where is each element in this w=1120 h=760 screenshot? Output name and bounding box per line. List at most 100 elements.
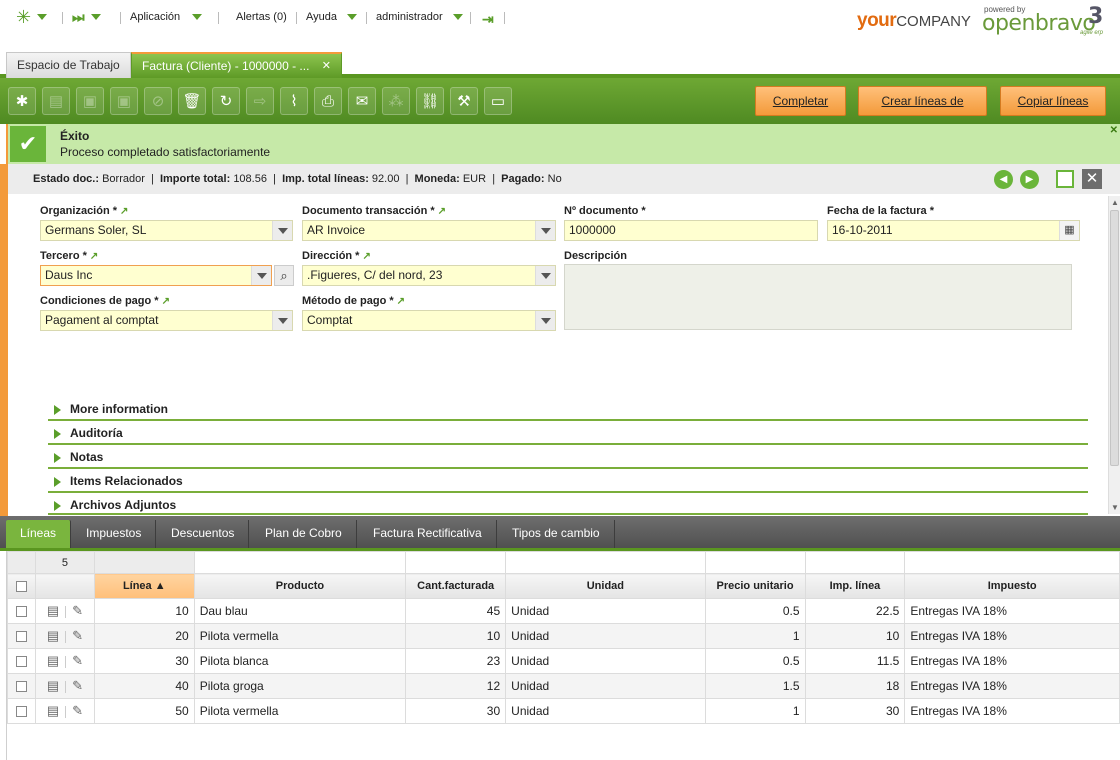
chevron-down-icon[interactable]: [535, 221, 555, 240]
chevron-down-icon[interactable]: [251, 266, 271, 285]
filter-amount[interactable]: [804, 551, 906, 574]
cell-price[interactable]: 1: [704, 698, 806, 724]
edit-icon[interactable]: ✎: [72, 628, 83, 643]
new-icon[interactable]: ✱: [8, 87, 36, 115]
doc-no-field[interactable]: 1000000: [564, 220, 818, 241]
cell-unit[interactable]: Unidad: [505, 673, 706, 699]
column-header-price[interactable]: Precio unitario: [704, 573, 806, 599]
cell-line[interactable]: 30: [93, 648, 195, 674]
cell-price[interactable]: 0.5: [704, 598, 806, 624]
row-checkbox[interactable]: [7, 673, 36, 699]
column-header-product[interactable]: Producto: [193, 573, 407, 599]
alerts-link[interactable]: Alertas (0): [236, 11, 287, 23]
chevron-down-icon[interactable]: [535, 311, 555, 330]
payment-method-field[interactable]: Comptat: [302, 310, 556, 331]
partner-field[interactable]: Daus Inc: [40, 265, 272, 286]
audit-icon[interactable]: ⁂: [382, 87, 410, 115]
invoice-date-field[interactable]: 16-10-2011 ▦: [827, 220, 1080, 241]
cell-amount[interactable]: 11.5: [804, 648, 906, 674]
close-icon[interactable]: ✕: [1110, 125, 1118, 136]
table-row[interactable]: ▤ ✎ 10 Dau blau 45 Unidad 0.5 22.5 Entregas IVA …: [7, 598, 1120, 624]
help-menu[interactable]: Ayuda: [306, 11, 357, 23]
table-row[interactable]: ▤ ✎ 20 Pilota vermella 10 Unidad 1 10 Entregas I…: [7, 623, 1120, 649]
cell-unit[interactable]: Unidad: [505, 598, 706, 624]
edit-icon[interactable]: ✎: [72, 653, 83, 668]
section-items-relacionados[interactable]: Items Relacionados: [48, 469, 1088, 493]
chevron-down-icon[interactable]: [272, 221, 292, 240]
row-checkbox[interactable]: [7, 698, 36, 724]
row-checkbox[interactable]: [7, 648, 36, 674]
logout-button[interactable]: ⇥: [482, 11, 494, 28]
description-field[interactable]: [564, 264, 1072, 330]
cell-tax[interactable]: Entregas IVA 18%: [904, 598, 1120, 624]
tab-workspace[interactable]: Espacio de Trabajo: [6, 52, 131, 78]
table-row[interactable]: ▤ ✎ 50 Pilota vermella 30 Unidad 1 30 Entregas I…: [7, 698, 1120, 724]
maximize-icon[interactable]: [1056, 170, 1074, 188]
copy-lines-button[interactable]: Copiar líneas: [1000, 86, 1106, 116]
table-row[interactable]: ▤ ✎ 40 Pilota groga 12 Unidad 1.5 18 Entregas IV…: [7, 673, 1120, 699]
column-header-unit[interactable]: Unidad: [505, 573, 706, 599]
cell-tax[interactable]: Entregas IVA 18%: [904, 648, 1120, 674]
filter-product[interactable]: [193, 551, 407, 574]
cell-line[interactable]: 40: [93, 673, 195, 699]
cell-line[interactable]: 10: [93, 598, 195, 624]
organization-field[interactable]: Germans Soler, SL: [40, 220, 293, 241]
cell-price[interactable]: 1: [704, 623, 806, 649]
cell-price[interactable]: 1.5: [704, 673, 806, 699]
delete-icon[interactable]: 🗑: [178, 87, 206, 115]
export-icon[interactable]: ⇨: [246, 87, 274, 115]
application-menu[interactable]: Aplicación: [130, 11, 203, 23]
create-lines-button[interactable]: Crear líneas de: [858, 86, 987, 116]
tab-tipos-de-cambio[interactable]: Tipos de cambio: [498, 520, 615, 548]
save-icon[interactable]: ▣: [76, 87, 104, 115]
select-all-checkbox[interactable]: [7, 573, 36, 599]
cell-product[interactable]: Pilota blanca: [193, 648, 407, 674]
doc-type-field[interactable]: AR Invoice: [302, 220, 556, 241]
quick-launch-button[interactable]: ✳: [16, 8, 48, 26]
user-menu[interactable]: administrador: [376, 11, 463, 23]
column-header-tax[interactable]: Impuesto: [904, 573, 1120, 599]
document-icon[interactable]: ▤: [47, 653, 59, 668]
filter-tax[interactable]: [904, 551, 1120, 574]
tab-lineas[interactable]: Líneas: [6, 520, 72, 548]
table-row[interactable]: ▤ ✎ 30 Pilota blanca 23 Unidad 0.5 11.5 Entregas…: [7, 648, 1120, 674]
cell-tax[interactable]: Entregas IVA 18%: [904, 623, 1120, 649]
document-icon[interactable]: ▤: [47, 678, 59, 693]
section-archivos-adjuntos[interactable]: Archivos Adjuntos: [48, 493, 1088, 515]
chevron-down-icon[interactable]: [535, 266, 555, 285]
document-icon[interactable]: ▤: [47, 703, 59, 718]
edit-icon[interactable]: ✎: [72, 603, 83, 618]
row-checkbox[interactable]: [7, 623, 36, 649]
column-header-line[interactable]: Línea ▲: [93, 573, 195, 599]
close-form-icon[interactable]: ✕: [1082, 169, 1102, 189]
column-header-qty[interactable]: Cant.facturada: [405, 573, 507, 599]
attach-icon[interactable]: ⌇: [280, 87, 308, 115]
grid-icon[interactable]: ▤: [42, 87, 70, 115]
complete-button[interactable]: Completar: [755, 86, 846, 116]
section-auditoria[interactable]: Auditoría: [48, 421, 1088, 445]
link-icon[interactable]: ⛓: [416, 87, 444, 115]
section-notas[interactable]: Notas: [48, 445, 1088, 469]
undo-icon[interactable]: ⊘: [144, 87, 172, 115]
cell-qty[interactable]: 23: [405, 648, 507, 674]
tools-icon[interactable]: ⚒: [450, 87, 478, 115]
previous-record-icon[interactable]: ◀: [994, 170, 1013, 189]
chevron-down-icon[interactable]: [272, 311, 292, 330]
tab-factura-rectificativa[interactable]: Factura Rectificativa: [359, 520, 497, 548]
cell-product[interactable]: Pilota vermella: [193, 623, 407, 649]
section-more-information[interactable]: More information: [48, 397, 1088, 421]
cell-tax[interactable]: Entregas IVA 18%: [904, 698, 1120, 724]
cell-product[interactable]: Dau blau: [193, 598, 407, 624]
row-checkbox[interactable]: [7, 598, 36, 624]
tab-impuestos[interactable]: Impuestos: [72, 520, 157, 548]
filter-qty[interactable]: [405, 551, 507, 574]
payment-terms-field[interactable]: Pagament al comptat: [40, 310, 293, 331]
tab-invoice[interactable]: Factura (Cliente) - 1000000 - ... ✕: [131, 52, 342, 78]
print-icon[interactable]: ⎙: [314, 87, 342, 115]
cell-qty[interactable]: 30: [405, 698, 507, 724]
cell-amount[interactable]: 30: [804, 698, 906, 724]
tab-descuentos[interactable]: Descuentos: [157, 520, 250, 548]
edit-icon[interactable]: ✎: [72, 678, 83, 693]
email-icon[interactable]: ✉: [348, 87, 376, 115]
cell-unit[interactable]: Unidad: [505, 698, 706, 724]
